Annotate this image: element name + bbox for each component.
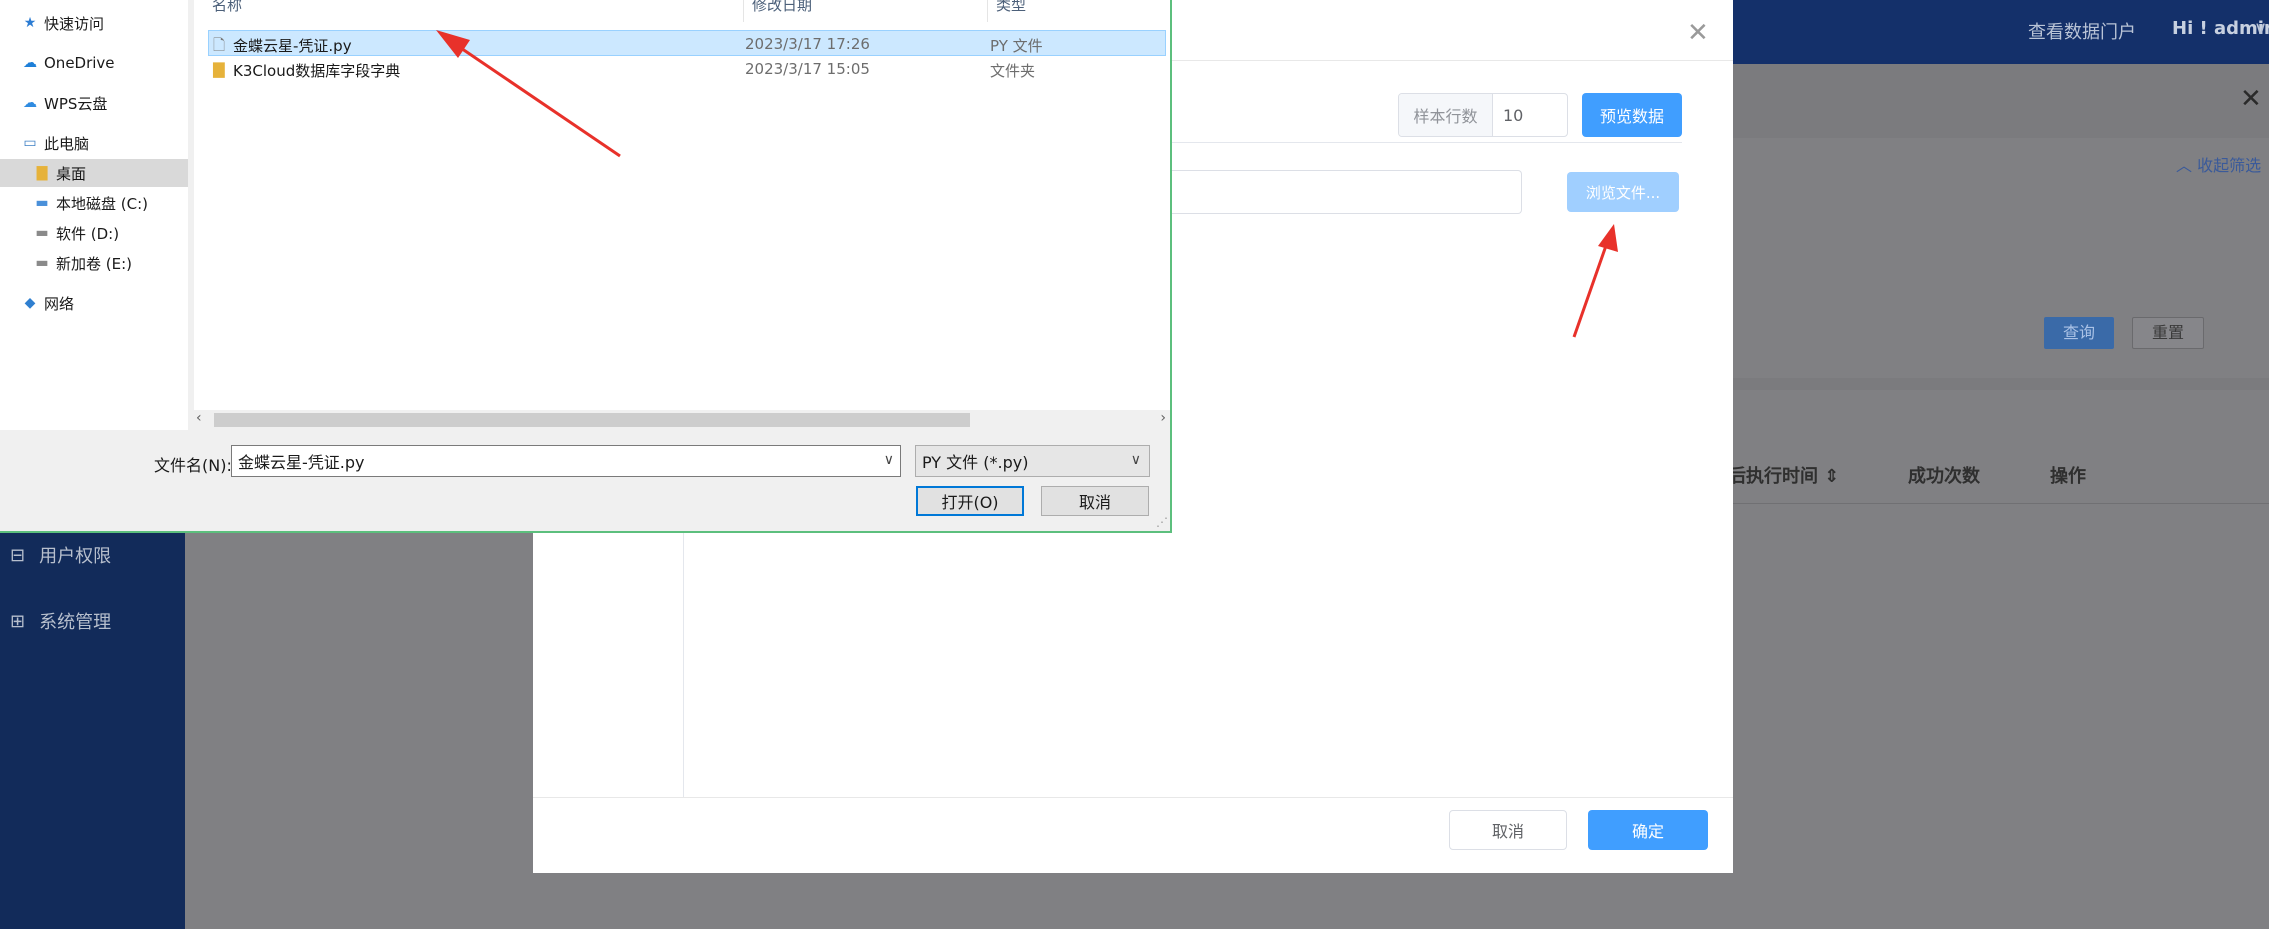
sample-rows-field[interactable]: 样本行数 10 — [1398, 93, 1568, 137]
folder-icon: ▇ — [213, 60, 225, 78]
scroll-right-icon[interactable]: › — [1160, 410, 1166, 426]
modal-close-icon[interactable]: ✕ — [1687, 18, 1709, 48]
nav-item-label: 此电脑 — [44, 134, 90, 153]
file-row-selected[interactable]: 🗋 金蝶云星-凭证.py 2023/3/17 17:26 PY 文件 — [208, 30, 1166, 56]
nav-item-label: 软件 (D:) — [56, 224, 120, 243]
nav-drive-e[interactable]: ▬ 新加卷 (E:) — [0, 249, 188, 277]
cloud-icon: ☁ — [23, 95, 37, 111]
folder-icon: ▇ — [36, 165, 48, 181]
sidebar-item-label: 用户权限 — [39, 546, 112, 567]
column-header-modified[interactable]: 修改日期 — [752, 0, 812, 15]
file-row[interactable]: ▇ K3Cloud数据库字段字典 2023/3/17 15:05 文件夹 — [208, 56, 1166, 82]
scroll-left-icon[interactable]: ‹ — [196, 410, 202, 426]
cloud-icon: ☁ — [23, 55, 37, 71]
modal-divider — [1170, 142, 1682, 143]
collapse-filter-link[interactable]: ︿ 收起筛选 — [2176, 152, 2261, 176]
column-separator[interactable] — [743, 0, 744, 22]
chevron-down-icon[interactable]: ∨ — [884, 452, 894, 468]
preview-data-button[interactable]: 预览数据 — [1582, 93, 1682, 137]
nav-quick-access[interactable]: ★ 快速访问 — [0, 9, 188, 37]
sample-rows-label: 样本行数 — [1399, 94, 1493, 136]
chevron-down-icon[interactable]: ∨ — [1131, 452, 1141, 468]
nav-desktop[interactable]: ▇ 桌面 — [0, 159, 188, 187]
drive-icon: ▬ — [35, 255, 49, 271]
browse-file-button[interactable]: 浏览文件... — [1567, 172, 1679, 212]
column-separator[interactable] — [987, 0, 988, 22]
file-type: PY 文件 — [990, 37, 1043, 55]
filename-value: 金蝶云星-凭证.py — [238, 453, 365, 472]
file-modified: 2023/3/17 15:05 — [745, 60, 870, 78]
table-row-divider — [1733, 503, 2269, 504]
users-icon: ⊟ — [10, 544, 26, 566]
query-button[interactable]: 查询 — [2044, 317, 2114, 349]
column-header-actions: 操作 — [2050, 466, 2086, 487]
column-header-type[interactable]: 类型 — [996, 0, 1026, 15]
star-icon: ★ — [23, 15, 37, 31]
nav-network[interactable]: ◆ 网络 — [0, 289, 188, 317]
file-modified: 2023/3/17 17:26 — [745, 35, 870, 53]
resize-grip-icon[interactable]: ⋰ — [1156, 515, 1168, 529]
sidebar-item-system-management[interactable]: ⊞ 系统管理 — [10, 608, 111, 634]
file-path-input[interactable] — [1170, 170, 1522, 214]
filetype-value: PY 文件 (*.py) — [922, 453, 1029, 472]
data-portal-link[interactable]: 查看数据门户 — [2028, 18, 2136, 44]
filename-input[interactable]: 金蝶云星-凭证.py ∨ — [231, 445, 901, 477]
nav-item-label: OneDrive — [44, 54, 115, 72]
file-name: K3Cloud数据库字段字典 — [233, 62, 401, 80]
nav-wps-cloud[interactable]: ☁ WPS云盘 — [0, 89, 188, 117]
computer-icon: ▭ — [23, 135, 37, 151]
chevron-down-icon[interactable]: ∨ — [2254, 18, 2267, 39]
confirm-button[interactable]: 确定 — [1588, 810, 1708, 850]
nav-item-label: 快速访问 — [44, 14, 105, 33]
nav-item-label: 桌面 — [56, 164, 87, 183]
nav-item-label: 新加卷 (E:) — [56, 254, 133, 273]
modal-footer-divider — [533, 797, 1733, 798]
close-icon[interactable]: ✕ — [2240, 84, 2262, 114]
cancel-button[interactable]: 取消 — [1449, 810, 1567, 850]
network-icon: ◆ — [24, 295, 36, 311]
drive-icon: ▬ — [35, 225, 49, 241]
nav-onedrive[interactable]: ☁ OneDrive — [0, 49, 188, 77]
nav-drive-d[interactable]: ▬ 软件 (D:) — [0, 219, 188, 247]
reset-button[interactable]: 重置 — [2132, 317, 2204, 349]
open-file-dialog: ★ 快速访问 ☁ OneDrive ☁ WPS云盘 ▭ 此电脑 ▇ 桌面 ▬ 本… — [0, 0, 1172, 533]
file-list-pane: 名称 修改日期 类型 🗋 金蝶云星-凭证.py 2023/3/17 17:26 … — [194, 0, 1170, 430]
sidebar-item-user-permissions[interactable]: ⊟ 用户权限 — [10, 542, 111, 568]
drive-icon: ▬ — [35, 195, 49, 211]
scrollbar-thumb[interactable] — [214, 413, 970, 427]
filename-label: 文件名(N): — [154, 456, 232, 475]
nav-this-pc[interactable]: ▭ 此电脑 — [0, 129, 188, 157]
dialog-cancel-button[interactable]: 取消 — [1041, 486, 1149, 516]
open-button[interactable]: 打开(O) — [916, 486, 1024, 516]
column-header-success-count: 成功次数 — [1908, 466, 1980, 487]
file-name: 金蝶云星-凭证.py — [233, 37, 352, 55]
filetype-select[interactable]: PY 文件 (*.py) ∨ — [915, 445, 1150, 477]
navigation-pane: ★ 快速访问 ☁ OneDrive ☁ WPS云盘 ▭ 此电脑 ▇ 桌面 ▬ 本… — [0, 0, 188, 430]
sample-rows-input[interactable]: 10 — [1493, 94, 1567, 136]
settings-icon: ⊞ — [10, 610, 26, 632]
file-type: 文件夹 — [990, 62, 1036, 80]
nav-item-label: 本地磁盘 (C:) — [56, 194, 148, 213]
nav-item-label: 网络 — [44, 294, 75, 313]
sidebar-item-label: 系统管理 — [39, 612, 112, 633]
column-header-name[interactable]: 名称 — [212, 0, 242, 15]
nav-item-label: WPS云盘 — [44, 94, 108, 113]
column-header-last-run[interactable]: 后执行时间 ⇕ — [1728, 462, 1839, 488]
horizontal-scrollbar[interactable]: ‹ › — [194, 410, 1170, 430]
nav-drive-c[interactable]: ▬ 本地磁盘 (C:) — [0, 189, 188, 217]
modal-panel-divider — [683, 530, 684, 797]
